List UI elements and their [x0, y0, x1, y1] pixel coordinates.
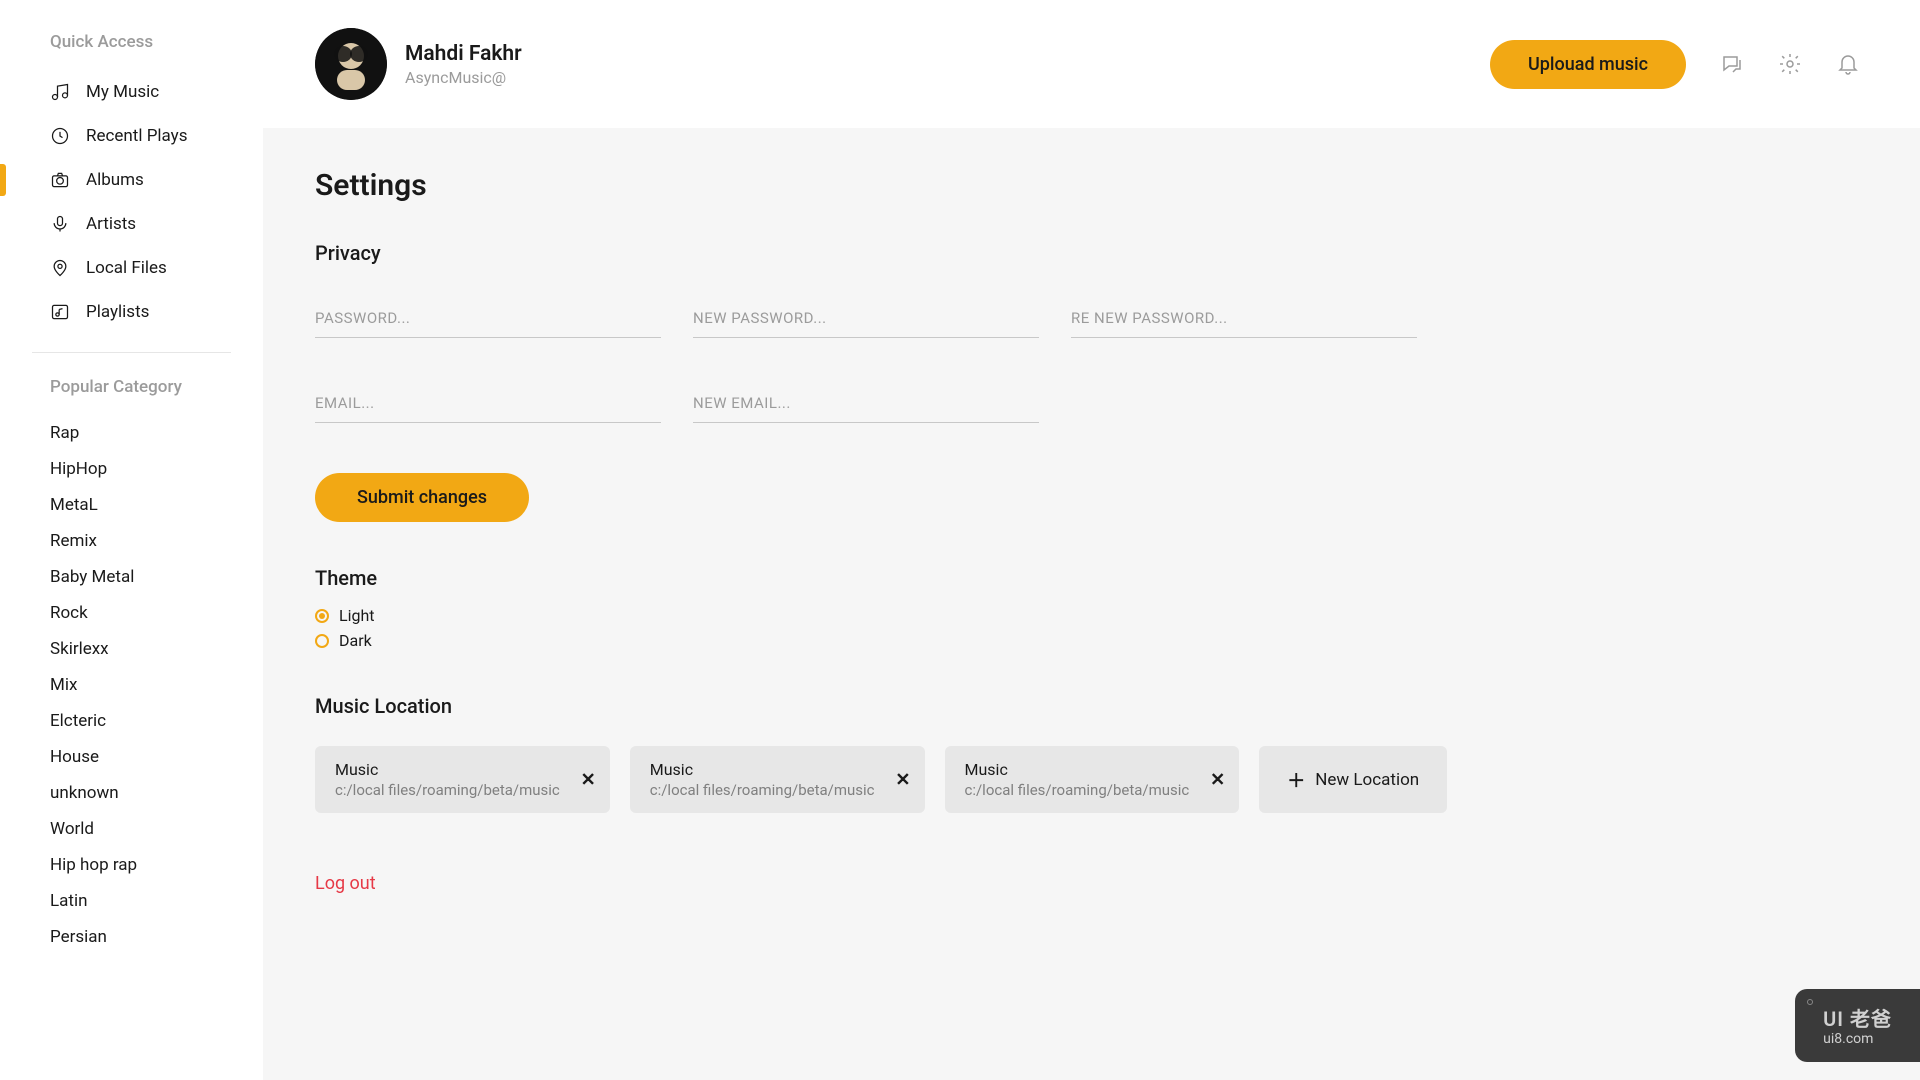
- theme-dark-option[interactable]: Dark: [315, 631, 1860, 650]
- chat-icon[interactable]: [1720, 52, 1744, 76]
- nav-label: Local Files: [86, 258, 167, 278]
- category-house[interactable]: House: [0, 739, 263, 775]
- category-persian[interactable]: Persian: [0, 919, 263, 955]
- main: Mahdi Fakhr AsyncMusic@ Uplouad music Se…: [263, 0, 1920, 1080]
- music-location-title: Music Location: [315, 694, 1860, 718]
- category-skirlexx[interactable]: Skirlexx: [0, 631, 263, 667]
- sidebar-divider: [32, 352, 231, 353]
- theme-light-option[interactable]: Light: [315, 606, 1860, 625]
- category-mix[interactable]: Mix: [0, 667, 263, 703]
- category-rap[interactable]: Rap: [0, 415, 263, 451]
- new-password-input[interactable]: [693, 303, 1039, 338]
- theme-radio-group: Light Dark: [315, 606, 1860, 650]
- nav-playlists[interactable]: Playlists: [0, 290, 263, 334]
- dot-icon: [1807, 999, 1813, 1005]
- location-title: Music: [650, 760, 875, 779]
- nav-label: My Music: [86, 82, 159, 102]
- location-path: c:/local files/roaming/beta/music: [965, 781, 1190, 799]
- watermark-top: UI 老爸: [1823, 1007, 1892, 1031]
- avatar[interactable]: [315, 28, 387, 100]
- gear-icon[interactable]: [1778, 52, 1802, 76]
- location-path: c:/local files/roaming/beta/music: [650, 781, 875, 799]
- radio-label: Light: [339, 606, 375, 625]
- radio-label: Dark: [339, 631, 372, 650]
- category-hiphop[interactable]: HipHop: [0, 451, 263, 487]
- password-input[interactable]: [315, 303, 661, 338]
- category-latin[interactable]: Latin: [0, 883, 263, 919]
- playlist-icon: [50, 302, 70, 322]
- nav-recent-plays[interactable]: Recentl Plays: [0, 114, 263, 158]
- plus-icon: ＋: [1287, 767, 1305, 793]
- popular-category-title: Popular Category: [0, 377, 263, 397]
- location-card[interactable]: Music c:/local files/roaming/beta/music …: [315, 746, 610, 813]
- category-electric[interactable]: Elcteric: [0, 703, 263, 739]
- location-title: Music: [335, 760, 560, 779]
- privacy-title: Privacy: [315, 241, 1860, 265]
- location-row: Music c:/local files/roaming/beta/music …: [315, 746, 1860, 813]
- bell-icon[interactable]: [1836, 52, 1860, 76]
- page-title: Settings: [315, 168, 1860, 203]
- logout-link[interactable]: Log out: [315, 873, 1860, 894]
- new-location-label: New Location: [1315, 770, 1419, 790]
- radio-icon: [315, 609, 329, 623]
- nav-local-files[interactable]: Local Files: [0, 246, 263, 290]
- pin-icon: [50, 258, 70, 278]
- password-row: [315, 303, 1860, 338]
- user-meta: Mahdi Fakhr AsyncMusic@: [405, 42, 522, 87]
- radio-icon: [315, 634, 329, 648]
- watermark-bottom: ui8.com: [1823, 1031, 1892, 1048]
- location-path: c:/local files/roaming/beta/music: [335, 781, 560, 799]
- location-card[interactable]: Music c:/local files/roaming/beta/music …: [630, 746, 925, 813]
- category-unknown[interactable]: unknown: [0, 775, 263, 811]
- category-hip-hop-rap[interactable]: Hip hop rap: [0, 847, 263, 883]
- nav-label: Recentl Plays: [86, 126, 188, 146]
- theme-title: Theme: [315, 566, 1860, 590]
- quick-access-title: Quick Access: [0, 32, 263, 52]
- new-email-input[interactable]: [693, 388, 1039, 423]
- new-location-button[interactable]: ＋ New Location: [1259, 746, 1447, 813]
- close-icon[interactable]: ✕: [895, 769, 910, 790]
- category-rock[interactable]: Rock: [0, 595, 263, 631]
- location-title: Music: [965, 760, 1190, 779]
- category-baby-metal[interactable]: Baby Metal: [0, 559, 263, 595]
- category-remix[interactable]: Remix: [0, 523, 263, 559]
- category-world[interactable]: World: [0, 811, 263, 847]
- email-input[interactable]: [315, 388, 661, 423]
- category-metal[interactable]: MetaL: [0, 487, 263, 523]
- nav-label: Playlists: [86, 302, 149, 322]
- content: Settings Privacy Submit changes Theme Li…: [263, 128, 1920, 934]
- upload-music-button[interactable]: Uplouad music: [1490, 40, 1686, 89]
- close-icon[interactable]: ✕: [1210, 769, 1225, 790]
- header: Mahdi Fakhr AsyncMusic@ Uplouad music: [263, 0, 1920, 128]
- camera-icon: [50, 170, 70, 190]
- nav-artists[interactable]: Artists: [0, 202, 263, 246]
- watermark: UI 老爸 ui8.com: [1795, 989, 1920, 1062]
- nav-my-music[interactable]: My Music: [0, 70, 263, 114]
- user-name: Mahdi Fakhr: [405, 42, 522, 66]
- sidebar: Quick Access My Music Recentl Plays Albu…: [0, 0, 263, 1080]
- close-icon[interactable]: ✕: [581, 769, 596, 790]
- nav-label: Albums: [86, 170, 144, 190]
- music-icon: [50, 82, 70, 102]
- mic-icon: [50, 214, 70, 234]
- re-new-password-input[interactable]: [1071, 303, 1417, 338]
- submit-changes-button[interactable]: Submit changes: [315, 473, 529, 522]
- clock-icon: [50, 126, 70, 146]
- header-actions: Uplouad music: [1490, 40, 1860, 89]
- nav-label: Artists: [86, 214, 136, 234]
- email-row: [315, 388, 1860, 423]
- nav-albums[interactable]: Albums: [0, 158, 263, 202]
- user-handle: AsyncMusic@: [405, 68, 522, 87]
- location-card[interactable]: Music c:/local files/roaming/beta/music …: [945, 746, 1240, 813]
